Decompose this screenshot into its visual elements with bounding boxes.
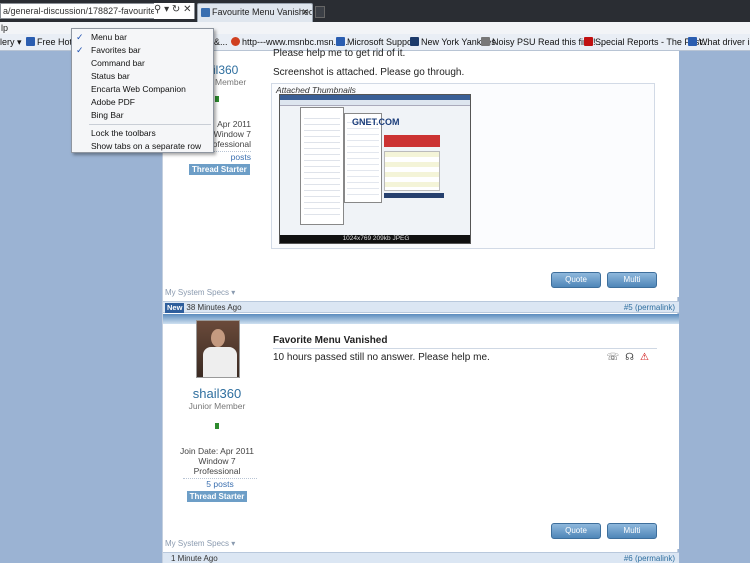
screenshot-thumbnail[interactable]: GNET.COM 1024x769 209kb JPEG bbox=[279, 94, 471, 244]
permalink-link[interactable]: (permalink) bbox=[635, 554, 675, 563]
post-number-link[interactable]: #6 bbox=[624, 554, 633, 563]
thread-starter-badge: Thread Starter bbox=[189, 164, 250, 175]
forum-page: il360 Member Apr 2011 Window 7 ofessiona… bbox=[162, 48, 679, 563]
feedback-icon[interactable]: ☊ bbox=[625, 352, 634, 363]
username[interactable]: shail360 bbox=[163, 386, 271, 401]
new-tab-button[interactable] bbox=[315, 6, 325, 18]
quote-button[interactable]: Quote bbox=[551, 523, 601, 539]
menu-item-favorites-bar[interactable]: Favorites bar bbox=[91, 44, 141, 56]
system-specs-link[interactable]: My System Specs ▾ bbox=[165, 288, 235, 297]
tab-close-icon[interactable]: ✕ bbox=[301, 4, 309, 21]
menu-item-lock-toolbars[interactable]: Lock the toolbars bbox=[91, 127, 156, 139]
post-2: shail360 Junior Member Join Date: Apr 20… bbox=[163, 320, 679, 549]
post-2-icons: ☏ ☊ ⚠ bbox=[601, 352, 649, 363]
post-time: 38 Minutes Ago bbox=[186, 303, 242, 312]
msn-icon bbox=[26, 37, 35, 46]
stop-icon[interactable]: ✕ bbox=[183, 4, 191, 15]
checkmark-icon: ✓ bbox=[76, 45, 84, 55]
menu-item-encarta[interactable]: Encarta Web Companion bbox=[91, 83, 186, 95]
post-1: il360 Member Apr 2011 Window 7 ofessiona… bbox=[163, 48, 679, 297]
reputation-icon bbox=[215, 96, 219, 102]
os-info: Window 7 bbox=[198, 456, 236, 466]
toolbars-context-menu: ✓ Menu bar ✓ Favorites bar Command bar S… bbox=[71, 28, 214, 153]
post-number: #6 (permalink) bbox=[624, 553, 675, 563]
post-count[interactable]: 5 posts bbox=[183, 478, 257, 489]
post-2-user-info: shail360 Junior Member Join Date: Apr 20… bbox=[163, 386, 271, 502]
tab-favicon-icon bbox=[201, 8, 210, 17]
page-icon bbox=[410, 37, 419, 46]
os-info-2: Professional bbox=[193, 466, 241, 476]
post-time: 1 Minute Ago bbox=[171, 554, 218, 563]
system-specs-link[interactable]: My System Specs ▾ bbox=[165, 539, 235, 548]
menu-item-adobe-pdf[interactable]: Adobe PDF bbox=[91, 96, 135, 108]
avatar[interactable] bbox=[196, 320, 240, 378]
post-1-line-2: Screenshot is attached. Please go throug… bbox=[273, 67, 465, 78]
checkmark-icon: ✓ bbox=[76, 32, 84, 42]
quote-button[interactable]: Quote bbox=[551, 272, 601, 288]
fav-item[interactable]: What driver is W bbox=[688, 34, 750, 50]
thumb-site-title: GNET.COM bbox=[352, 117, 400, 127]
attachments-box: Attached Thumbnails GNET.COM 1024x769 20… bbox=[271, 83, 655, 249]
reputation-icon bbox=[215, 423, 219, 429]
menu-item-menu-bar[interactable]: Menu bar bbox=[91, 31, 127, 43]
post-number: #5 (permalink) bbox=[624, 302, 675, 313]
dropdown-icon[interactable]: ▾ bbox=[164, 4, 169, 15]
page-icon bbox=[481, 37, 490, 46]
warning-icon[interactable]: ⚠ bbox=[640, 352, 649, 363]
new-badge: New bbox=[165, 303, 185, 313]
fav-item[interactable]: lery ▾ bbox=[0, 34, 22, 50]
report-icon[interactable]: ☏ bbox=[607, 352, 620, 363]
post-number-link[interactable]: #5 bbox=[624, 303, 633, 312]
msn-icon bbox=[688, 37, 697, 46]
browser-titlebar: a/general-discussion/178827-favourite-me… bbox=[0, 0, 750, 22]
post-2-title: Favorite Menu Vanished bbox=[273, 335, 388, 346]
search-icon[interactable]: ⚲ bbox=[154, 4, 161, 15]
post-3-header: 1 Minute Ago #6 (permalink) bbox=[163, 552, 679, 563]
menu-separator bbox=[89, 124, 211, 125]
fav-item[interactable]: &... bbox=[214, 34, 228, 50]
post-2-body: 10 hours passed still no answer. Please … bbox=[273, 352, 490, 363]
menu-item-tabs-separate-row[interactable]: Show tabs on a separate row bbox=[91, 140, 201, 152]
thumbnail-caption: 1024x769 209kb JPEG bbox=[280, 235, 470, 243]
join-date: Join Date: Apr 2011 bbox=[179, 446, 255, 456]
post-2-header: New 38 Minutes Ago #5 (permalink) bbox=[163, 301, 679, 313]
menu-item-status-bar[interactable]: Status bar bbox=[91, 70, 130, 82]
post-1-line-1: Please help me to get rid of it. bbox=[273, 48, 406, 59]
menu-item-bing-bar[interactable]: Bing Bar bbox=[91, 109, 124, 121]
multi-quote-button[interactable]: Multi bbox=[607, 523, 657, 539]
permalink-link[interactable]: (permalink) bbox=[635, 303, 675, 312]
user-title: Junior Member bbox=[188, 401, 246, 411]
address-bar-icons: ⚲ ▾ ↻ ✕ bbox=[154, 3, 194, 19]
msn-icon bbox=[336, 37, 345, 46]
refresh-icon[interactable]: ↻ bbox=[172, 4, 180, 15]
multi-quote-button[interactable]: Multi bbox=[607, 272, 657, 288]
nbc-icon bbox=[231, 37, 240, 46]
menu-help-fragment[interactable]: lp bbox=[1, 23, 8, 33]
tab-favourite-menu[interactable]: Favourite Menu Vanished ✕ bbox=[197, 3, 313, 22]
title-divider bbox=[273, 348, 657, 349]
tab-title: Favourite Menu Vanished bbox=[212, 7, 313, 17]
cnn-icon bbox=[584, 37, 593, 46]
thread-starter-badge: Thread Starter bbox=[186, 491, 248, 502]
username[interactable]: il360 bbox=[213, 63, 271, 77]
menu-item-command-bar[interactable]: Command bar bbox=[91, 57, 145, 69]
user-title: Member bbox=[215, 77, 247, 87]
post-2-band bbox=[163, 314, 679, 324]
